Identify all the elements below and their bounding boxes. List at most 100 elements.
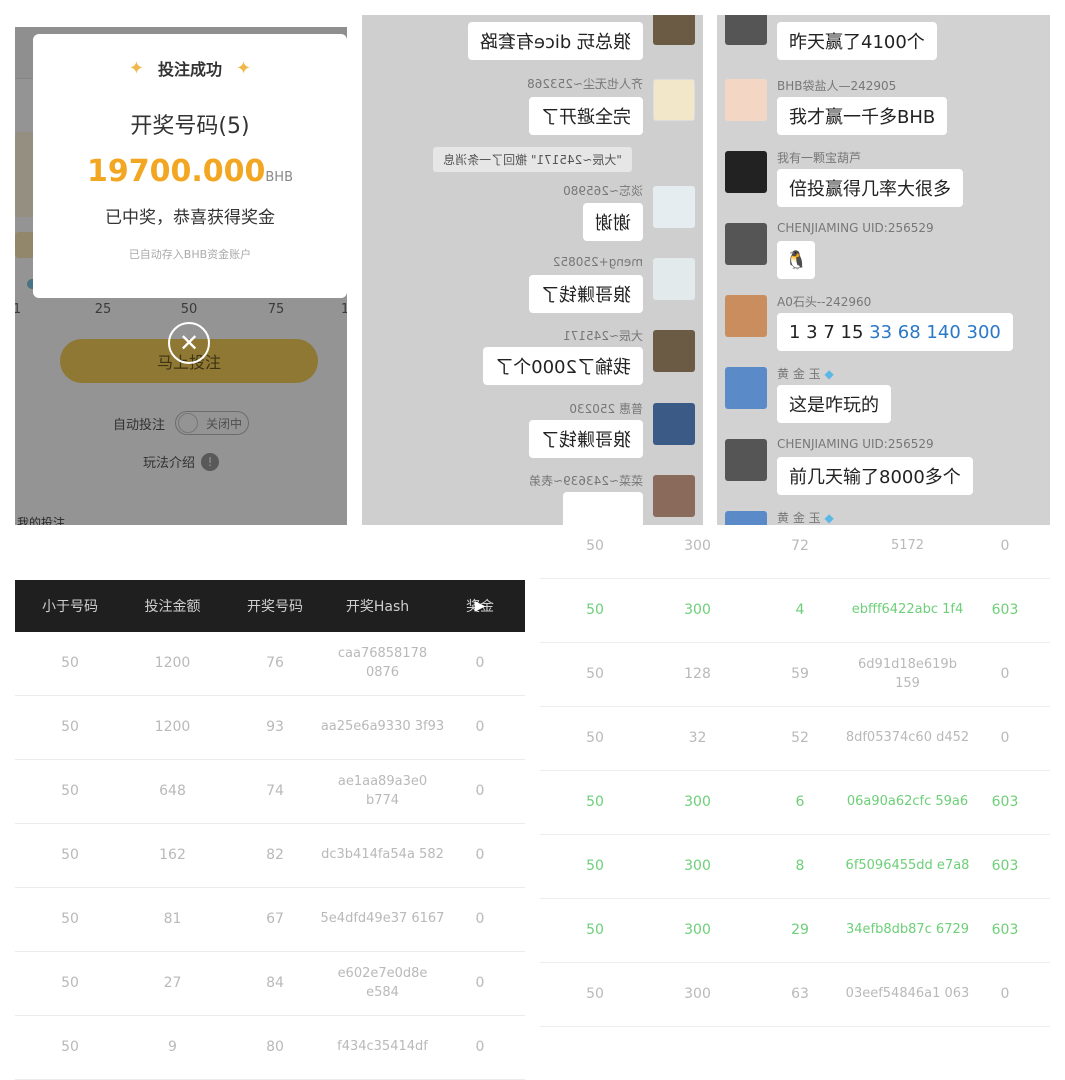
- cell-under: 50: [586, 793, 604, 810]
- table-row[interactable]: 50 300 72 5172 0: [540, 515, 1050, 579]
- table-header: 小于号码 投注金额 开奖号码 开奖Hash 奖金 ▶: [15, 580, 525, 632]
- bet-history-table: 小于号码 投注金额 开奖号码 开奖Hash 奖金 ▶ 50 1200 76 caa76…: [15, 553, 525, 1080]
- sender-name: meng+250852: [552, 255, 643, 269]
- cell-hash: ebfff6422abc 1f4: [851, 602, 964, 618]
- table-row[interactable]: 50 300 29 34efb8db87c 6729 603: [540, 899, 1050, 963]
- cell-amount: 81: [163, 910, 182, 927]
- avatar: [725, 79, 767, 121]
- avatar: [725, 151, 767, 193]
- cell-under: 50: [61, 654, 79, 671]
- cell-prize: 0: [1000, 985, 1010, 1002]
- table-row[interactable]: 50 27 84 e602e7e0d8e e584 0: [15, 952, 525, 1016]
- avatar: [725, 439, 767, 481]
- cell-under: 50: [61, 910, 79, 927]
- column-header[interactable]: 奖金 ▶: [445, 580, 515, 632]
- sparkle-icon: ✦: [128, 57, 144, 79]
- avatar: [725, 295, 767, 337]
- cell-amount: 300: [684, 857, 711, 874]
- chat-bubble: 昨天赢了4100个: [777, 22, 937, 60]
- sparkle-icon: ✦: [236, 57, 252, 79]
- cell-prize: 0: [1000, 665, 1010, 682]
- chat-bubble: 谢谢: [583, 203, 643, 241]
- qq-sticker-icon: 🐧: [777, 241, 816, 279]
- cell-number: 63: [791, 985, 809, 1002]
- table-row[interactable]: 50 1200 76 caa76858178 0876 0: [15, 632, 525, 696]
- modal-header: ✦ 投注成功 ✦: [33, 56, 347, 80]
- cell-hash: 34efb8db87c 6729: [845, 922, 970, 938]
- table-row[interactable]: 50 300 6 06a90a62cfc 59a6 603: [540, 771, 1050, 835]
- table-row[interactable]: 50 162 82 dc3b414fa54a 582 0: [15, 824, 525, 888]
- chat-panel: 昨天赢了4100个 BHB袋盐人—242905 我才赢一千多BHB 我有一颗宝葫…: [717, 15, 1050, 525]
- table-row[interactable]: 50 300 63 03eef54846a1 063 0: [540, 963, 1050, 1027]
- table-row[interactable]: 50 32 52 8df05374c60 d452 0: [540, 707, 1050, 771]
- close-icon[interactable]: ✕: [168, 322, 210, 364]
- cell-number: 74: [266, 782, 284, 799]
- table-row[interactable]: 50 128 59 6d91d18e619b 159 0: [540, 643, 1050, 707]
- scroll-right-icon[interactable]: ▶: [475, 580, 486, 632]
- modal-title: 投注成功: [157, 60, 222, 79]
- table-row[interactable]: 50 9 80 f434c35414df 0: [15, 1016, 525, 1080]
- avatar: [725, 15, 767, 45]
- avatar: [653, 330, 695, 372]
- column-header: 开奖号码: [247, 599, 303, 615]
- column-header: 投注金额: [144, 599, 201, 615]
- cell-number: 59: [791, 665, 809, 682]
- chat-bubble: 狼总玩 dice有套路: [467, 22, 643, 60]
- cell-under: 50: [61, 782, 79, 799]
- cell-prize: 603: [991, 921, 1019, 938]
- cell-under: 50: [61, 846, 79, 863]
- cell-hash: 8df05374c60 d452: [845, 730, 970, 746]
- recall-text: "大辰~245171" 撤回了一条消息: [433, 147, 632, 172]
- cell-hash: aa25e6a9330 3f93: [320, 719, 445, 735]
- cell-number: 29: [791, 921, 809, 938]
- sender-name: CHENJIAMING UID:256529: [777, 437, 934, 451]
- avatar: [653, 186, 695, 228]
- cell-prize: 0: [475, 654, 485, 671]
- cell-under: 50: [586, 857, 604, 874]
- chat-bubble: 倍投赢得几率大很多: [777, 169, 963, 207]
- avatar: [653, 15, 695, 45]
- cell-hash: caa76858178 0876: [337, 646, 428, 680]
- cell-number: 52: [791, 729, 809, 746]
- cell-number: 6: [795, 793, 805, 810]
- cell-hash: 6d91d18e619b 159: [858, 657, 957, 691]
- cell-prize: 0: [1000, 537, 1010, 554]
- bet-history-table-continued: 50 300 72 5172 0 50 300 4 ebfff6422abc 1f4 603 50 1…: [540, 525, 1050, 1050]
- cell-number: 93: [266, 718, 284, 735]
- cell-under: 50: [586, 665, 604, 682]
- cell-number: 72: [791, 537, 809, 554]
- cell-amount: 128: [684, 665, 711, 682]
- table-row[interactable]: 50 1200 93 aa25e6a9330 3f93 0: [15, 696, 525, 760]
- table-row[interactable]: 50 648 74 ae1aa89a3e0 b774 0: [15, 760, 525, 824]
- chat-panel-mirrored: 狼总玩 dice有套路 齐人也无尘~253268 完全避开了 "大辰~24517…: [362, 15, 703, 525]
- phone-number-link[interactable]: 33 68 140 300: [869, 322, 1001, 343]
- cell-prize: 0: [475, 910, 485, 927]
- cell-under: 50: [586, 921, 604, 938]
- cell-amount: 300: [684, 985, 711, 1002]
- cell-amount: 300: [684, 537, 711, 554]
- avatar: [653, 475, 695, 517]
- cell-prize: 603: [991, 601, 1019, 618]
- table-row[interactable]: 50 300 4 ebfff6422abc 1f4 603: [540, 579, 1050, 643]
- chat-bubble: 前几天输了8000多个: [777, 457, 973, 495]
- cell-amount: 32: [688, 729, 707, 746]
- chat-bubble: 这是咋玩的: [777, 385, 891, 423]
- chat-bubble: 1 3 7 15 33 68 140 300: [777, 313, 1013, 351]
- cell-hash: f434c35414df: [337, 1039, 428, 1055]
- table-row[interactable]: 50 81 67 5e4dfd49e37 6167 0: [15, 888, 525, 952]
- sender-name: BHB袋盐人—242905: [777, 79, 897, 93]
- cell-hash: 5e4dfd49e37 6167: [320, 911, 445, 927]
- sender-name: CHENJIAMING UID:256529: [777, 221, 934, 235]
- diamond-icon: ◆: [824, 367, 834, 381]
- table-row[interactable]: 50 300 8 6f5096455dd e7a8 603: [540, 835, 1050, 899]
- chat-bubble: 完全避开了: [529, 97, 643, 135]
- bet-panel: 1 25 50 75 1 马上投注 自动投注 关闭中 玩法介绍 ! 我的投注 ✦…: [15, 27, 347, 525]
- sender-name: 菜菜~243639~表弟: [529, 474, 643, 488]
- cell-under: 50: [61, 718, 79, 735]
- cell-under: 50: [586, 601, 604, 618]
- cell-number: 80: [266, 1038, 284, 1055]
- cell-amount: 1200: [154, 718, 191, 735]
- avatar: [653, 258, 695, 300]
- win-message: 已中奖，恭喜获得奖金: [105, 208, 275, 228]
- recall-notice: "大辰~245171" 撤回了一条消息: [362, 147, 703, 172]
